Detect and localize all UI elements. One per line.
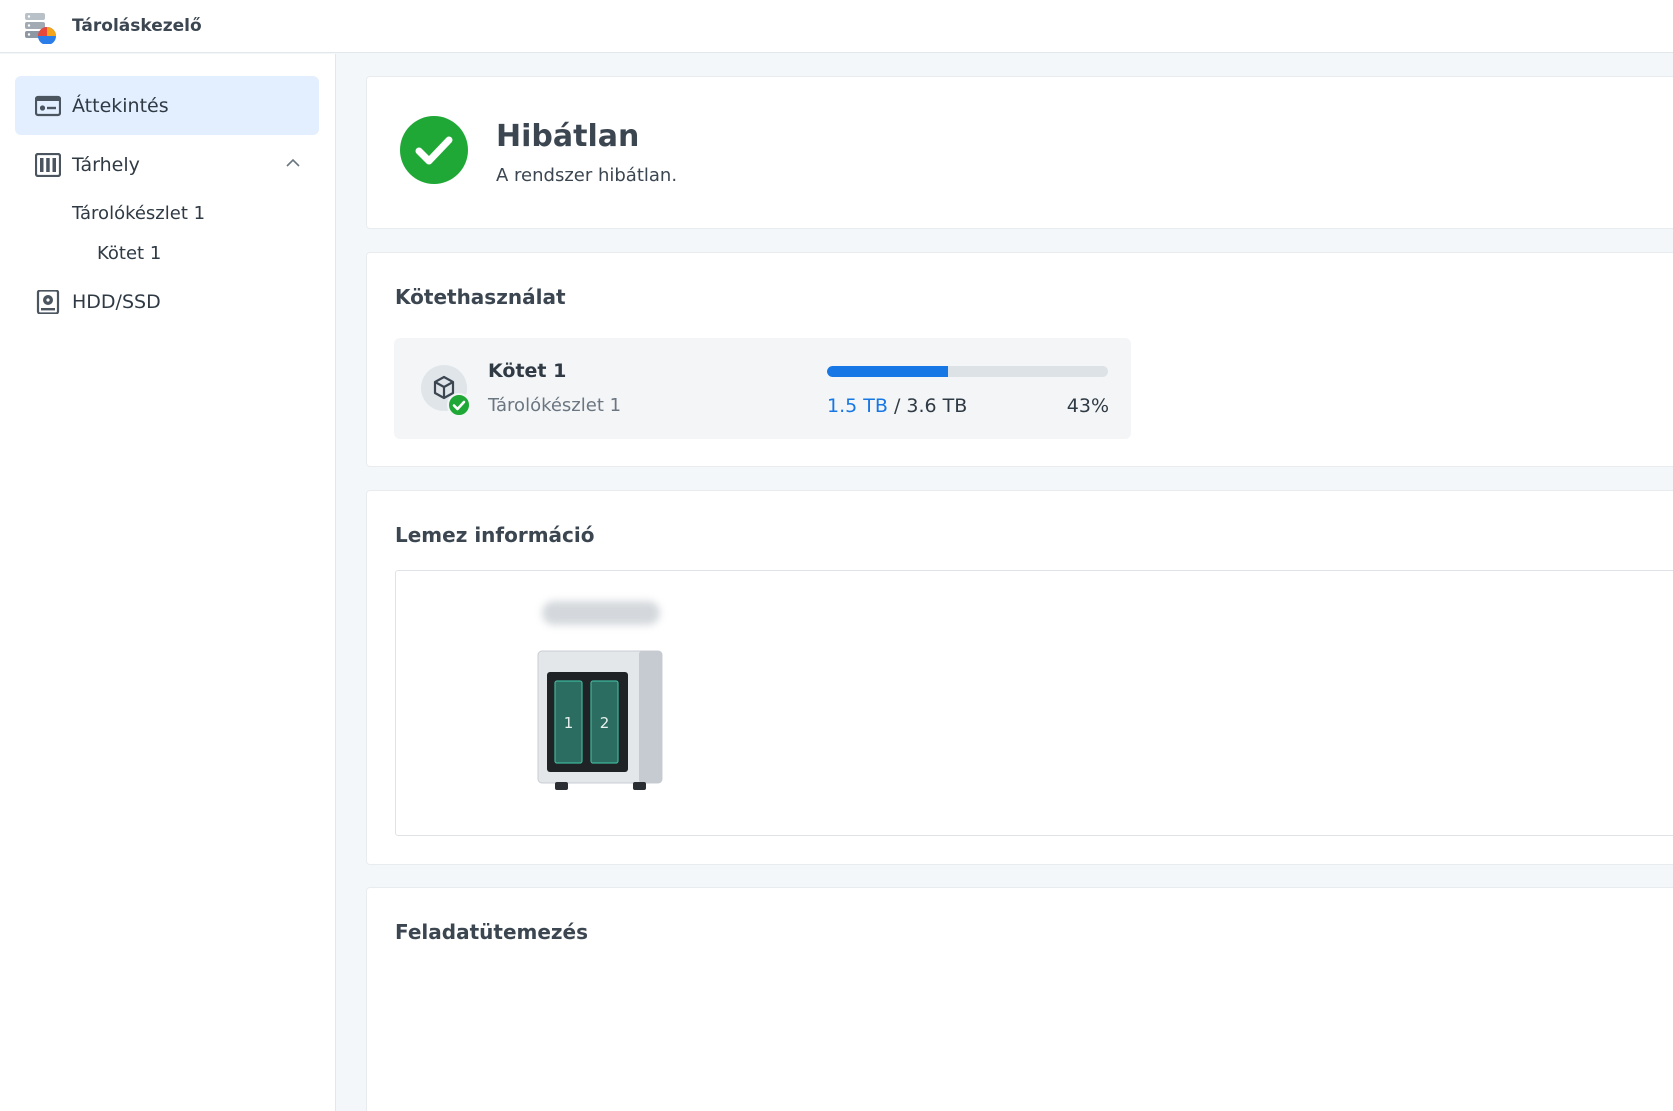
volume-usage-title: Kötethasználat (395, 285, 566, 309)
status-title: Hibátlan (496, 119, 640, 154)
sidebar-item-label: Áttekintés (72, 94, 169, 117)
disk-panel: 1 2 (395, 570, 1673, 836)
task-schedule-title: Feladatütemezés (395, 920, 589, 944)
task-schedule-card: Feladatütemezés (366, 887, 1673, 1111)
volume-usage-bar (827, 366, 1108, 377)
disk-info-title: Lemez információ (395, 523, 595, 547)
disk-bay-label: 2 (600, 714, 610, 732)
volume-healthy-badge (447, 393, 471, 417)
sidebar-item-storage-pool[interactable]: Tárolókészlet 1 (72, 203, 205, 224)
sidebar-item-storage[interactable]: Tárhely (15, 135, 319, 194)
disk-bay-label: 1 (564, 714, 574, 732)
check-icon (415, 136, 453, 165)
volume-total: 3.6 TB (906, 395, 968, 417)
title-bar: Tároláskezelő (0, 0, 1673, 53)
sidebar-item-label: Tárhely (72, 153, 140, 176)
app-title: Tároláskezelő (72, 16, 202, 36)
status-check-badge (400, 116, 468, 184)
hdd-icon (36, 290, 60, 314)
nas-device-icon[interactable]: 1 2 (536, 649, 664, 791)
volume-used: 1.5 TB (827, 395, 888, 417)
volume-usage-text: 1.5 TB / 3.6 TB (827, 395, 967, 417)
disk-info-card: Lemez információ 1 2 (366, 490, 1673, 865)
volume-usage-percent: 43% (1066, 395, 1109, 417)
volume-name: Kötet 1 (488, 360, 567, 382)
sidebar-item-hdd-ssd[interactable]: HDD/SSD (15, 272, 319, 331)
volume-usage-bar-fill (827, 366, 948, 377)
sidebar-item-volume[interactable]: Kötet 1 (97, 243, 161, 264)
nas-model-name-blurred (542, 601, 660, 625)
status-card: Hibátlan A rendszer hibátlan. (366, 76, 1673, 229)
chevron-up-icon[interactable] (285, 155, 301, 171)
sidebar-item-overview[interactable]: Áttekintés (15, 76, 319, 135)
sidebar: Áttekintés Tárhely Tárolókészlet 1 Kötet… (0, 54, 336, 1111)
volume-pool-name: Tárolókészlet 1 (488, 395, 622, 416)
sidebar-item-label: HDD/SSD (72, 290, 161, 313)
storage-manager-icon (25, 13, 56, 44)
volume-usage-card: Kötethasználat Kötet 1 Tárolókészlet 1 1… (366, 252, 1673, 467)
check-icon (452, 400, 466, 411)
overview-card-icon (35, 95, 61, 117)
volume-row[interactable]: Kötet 1 Tárolókészlet 1 1.5 TB / 3.6 TB … (394, 338, 1131, 439)
status-subtitle: A rendszer hibátlan. (496, 165, 678, 186)
volume-usage-separator: / (893, 395, 901, 417)
storage-icon (35, 153, 61, 177)
